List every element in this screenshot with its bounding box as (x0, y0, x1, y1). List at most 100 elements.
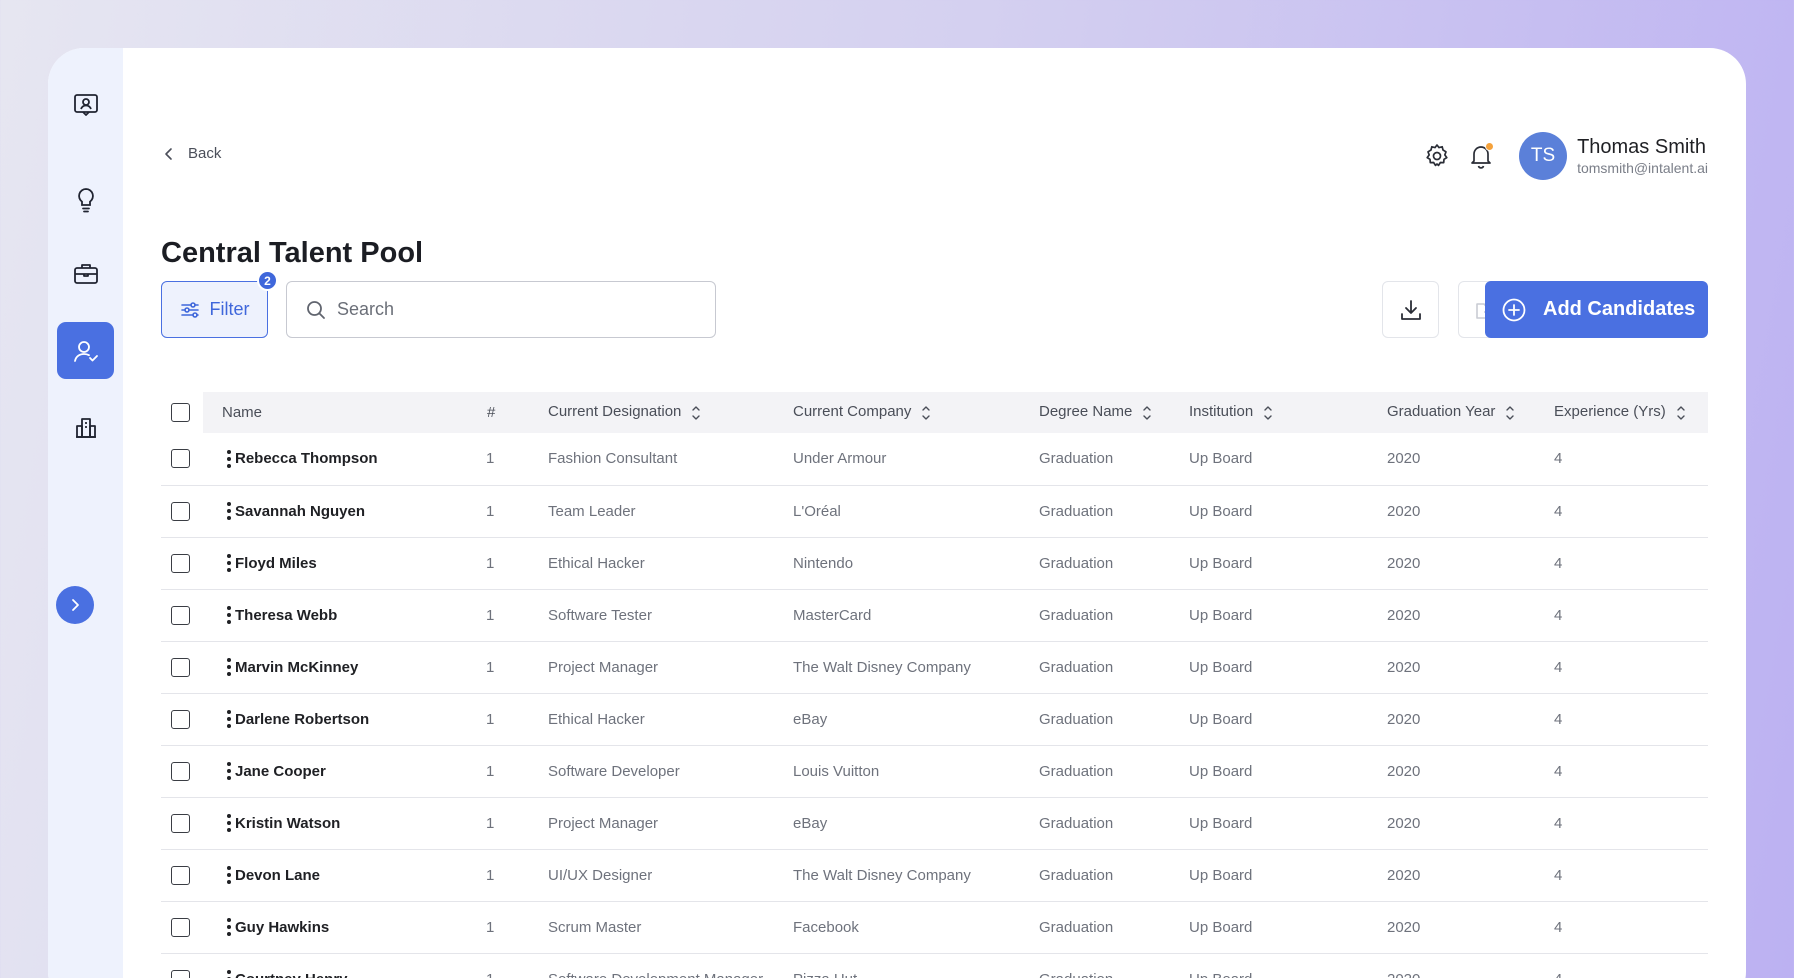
row-menu-icon[interactable] (227, 970, 231, 978)
candidate-name[interactable]: Jane Cooper (235, 763, 326, 780)
cell-experience: 4 (1554, 762, 1563, 780)
cell-institution: Up Board (1189, 918, 1253, 936)
row-menu-icon[interactable] (227, 866, 231, 885)
col-header-institution[interactable]: Institution (1189, 392, 1387, 433)
col-header-degree[interactable]: Degree Name (1039, 392, 1189, 433)
row-checkbox[interactable] (171, 657, 190, 677)
candidate-name[interactable]: Marvin McKinney (235, 659, 358, 676)
download-icon (1400, 299, 1421, 320)
candidate-name[interactable]: Floyd Miles (235, 555, 317, 572)
row-menu-icon[interactable] (227, 710, 231, 729)
cell-designation: Software Tester (548, 606, 652, 624)
col-header-experience[interactable]: Experience (Yrs) (1554, 392, 1708, 433)
table-row[interactable]: Kristin Watson 1 Project Manager eBay Gradua… (161, 797, 1708, 849)
candidate-name[interactable]: Rebecca Thompson (235, 450, 378, 467)
col-header-graduation-year[interactable]: Graduation Year (1387, 392, 1554, 433)
candidate-name[interactable]: Theresa Webb (235, 607, 337, 624)
candidate-name[interactable]: Courtney Henry (235, 971, 348, 978)
table-row[interactable]: Devon Lane 1 UI/UX Designer The Walt Disney… (161, 849, 1708, 901)
cell-degree: Graduation (1039, 918, 1114, 936)
row-menu-icon[interactable] (227, 918, 231, 937)
notifications-button[interactable] (1467, 142, 1495, 170)
cell-grad-year: 2020 (1387, 554, 1421, 572)
row-menu-icon[interactable] (227, 449, 231, 468)
row-checkbox[interactable] (171, 917, 190, 937)
add-candidates-label: Add Candidates (1543, 298, 1696, 320)
candidate-name[interactable]: Kristin Watson (235, 815, 340, 832)
table-row[interactable]: Marvin McKinney 1 Project Manager The Walt … (161, 641, 1708, 693)
select-all-checkbox[interactable] (171, 403, 190, 422)
sidebar-item-organization[interactable] (57, 398, 114, 455)
sidebar-item-talent-pool[interactable] (57, 322, 114, 379)
row-checkbox[interactable] (171, 501, 190, 521)
cell-designation: Project Manager (548, 658, 659, 676)
table-row[interactable]: Courtney Henry 1 Software Development Mana… (161, 953, 1708, 978)
candidate-name[interactable]: Devon Lane (235, 867, 320, 884)
candidate-name[interactable]: Darlene Robertson (235, 711, 369, 728)
sidebar-item-profile[interactable] (57, 76, 114, 133)
row-checkbox[interactable] (171, 605, 190, 625)
row-menu-icon[interactable] (227, 606, 231, 625)
row-menu-icon[interactable] (227, 658, 231, 677)
cell-company: Louis Vuitton (793, 762, 880, 780)
back-link[interactable]: Back (162, 145, 221, 162)
cell-experience: 4 (1554, 814, 1563, 832)
table-row[interactable]: Darlene Robertson 1 Ethical Hacker eBay Grad… (161, 693, 1708, 745)
sort-icon (1264, 405, 1272, 420)
sort-icon (1677, 405, 1685, 420)
sidebar-item-insights[interactable] (57, 171, 114, 228)
table-row[interactable]: Guy Hawkins 1 Scrum Master Facebook Graduati… (161, 901, 1708, 953)
cell-num: 1 (486, 814, 495, 832)
cell-num: 1 (486, 710, 495, 728)
notification-dot (1485, 142, 1495, 151)
cell-degree: Graduation (1039, 762, 1114, 780)
avatar[interactable]: TS (1519, 132, 1568, 180)
cell-degree: Graduation (1039, 971, 1113, 978)
cell-designation: Scrum Master (548, 918, 642, 936)
add-candidates-button[interactable]: Add Candidates (1485, 281, 1708, 338)
row-checkbox[interactable] (171, 865, 190, 885)
row-checkbox[interactable] (171, 969, 190, 978)
row-menu-icon[interactable] (227, 502, 231, 521)
table-row[interactable]: Jane Cooper 1 Software Developer Louis Vuit… (161, 745, 1708, 797)
search-input[interactable] (337, 299, 677, 320)
candidate-name[interactable]: Guy Hawkins (235, 919, 329, 936)
cell-experience: 4 (1554, 554, 1563, 572)
candidate-name[interactable]: Savannah Nguyen (235, 503, 365, 520)
row-checkbox[interactable] (171, 761, 190, 781)
cell-degree: Graduation (1039, 606, 1114, 624)
cell-designation: Software Developer (548, 762, 680, 780)
download-button[interactable] (1382, 281, 1439, 338)
cell-experience: 4 (1554, 502, 1563, 520)
row-checkbox[interactable] (171, 813, 190, 833)
cell-experience: 4 (1554, 971, 1562, 978)
filter-button[interactable]: Filter (161, 281, 268, 338)
cell-degree: Graduation (1039, 450, 1114, 468)
row-checkbox[interactable] (171, 449, 190, 469)
cell-experience: 4 (1554, 710, 1563, 728)
cell-designation: Project Manager (548, 814, 659, 832)
table-row[interactable]: Savannah Nguyen 1 Team Leader L'Oréal Gradua… (161, 485, 1708, 537)
cell-degree: Graduation (1039, 554, 1114, 572)
sidebar-item-jobs[interactable] (57, 245, 114, 302)
row-checkbox[interactable] (171, 709, 190, 729)
cell-grad-year: 2020 (1387, 762, 1421, 780)
table-row[interactable]: Theresa Webb 1 Software Tester MasterCard Gr… (161, 589, 1708, 641)
row-menu-icon[interactable] (227, 762, 231, 781)
cell-institution: Up Board (1189, 710, 1253, 728)
cell-experience: 4 (1554, 450, 1563, 468)
row-menu-icon[interactable] (227, 554, 231, 573)
cell-institution: Up Board (1189, 762, 1253, 780)
table-row[interactable]: Floyd Miles 1 Ethical Hacker Nintendo Gradua… (161, 537, 1708, 589)
row-checkbox[interactable] (171, 553, 190, 573)
row-menu-icon[interactable] (227, 814, 231, 833)
expand-sidebar-button[interactable] (56, 586, 94, 624)
col-header-company[interactable]: Current Company (793, 392, 1039, 433)
cell-company: Pizza Hut (793, 971, 857, 978)
col-header-name[interactable]: Name (203, 392, 481, 433)
table-row[interactable]: Rebecca Thompson 1 Fashion Consultant Under… (161, 433, 1708, 485)
cell-designation: UI/UX Designer (548, 866, 653, 884)
cell-degree: Graduation (1039, 502, 1114, 520)
settings-button[interactable] (1423, 142, 1451, 170)
col-header-designation[interactable]: Current Designation (548, 392, 793, 433)
